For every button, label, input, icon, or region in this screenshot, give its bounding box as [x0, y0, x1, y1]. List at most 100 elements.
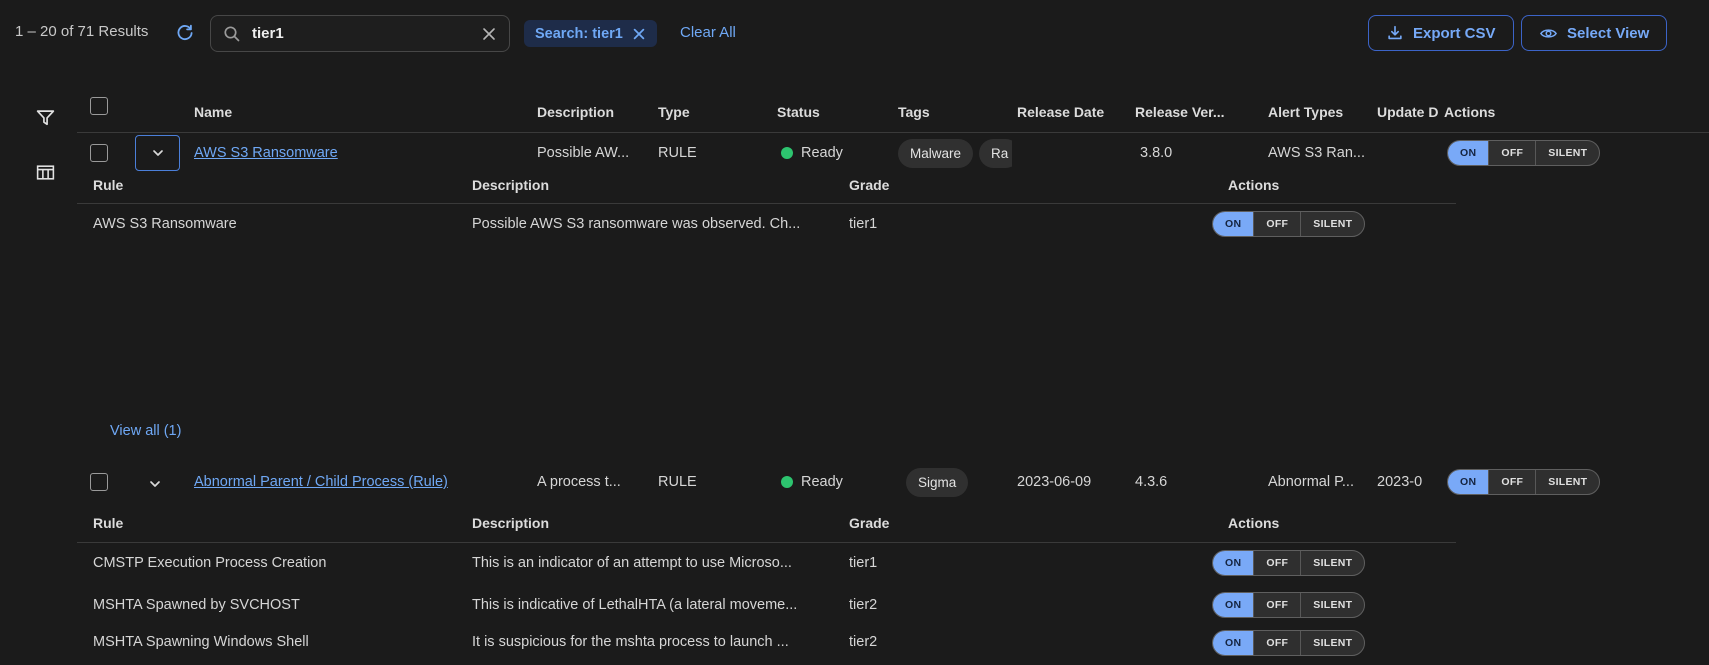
toggle-off[interactable]: OFF — [1253, 551, 1300, 575]
toggle-off[interactable]: OFF — [1488, 470, 1535, 494]
toggle-off[interactable]: OFF — [1253, 631, 1300, 655]
rule-alert-types: AWS S3 Ran... — [1268, 145, 1365, 161]
rule-status: Ready — [781, 474, 843, 490]
subrule-grade: tier1 — [849, 216, 877, 232]
status-ready-dot — [781, 147, 793, 159]
select-view-label: Select View — [1567, 25, 1649, 42]
subrule-action-toggle: ON OFF SILENT — [1212, 592, 1365, 618]
subcol-header-grade: Grade — [849, 515, 889, 531]
toggle-on[interactable]: ON — [1213, 631, 1253, 655]
clear-all-link[interactable]: Clear All — [680, 24, 736, 41]
toggle-silent[interactable]: SILENT — [1300, 212, 1364, 236]
toggle-silent[interactable]: SILENT — [1300, 593, 1364, 617]
chevron-down-icon — [150, 145, 166, 161]
status-label: Ready — [801, 145, 843, 161]
chevron-down-icon — [147, 476, 163, 492]
rule-release-version: 3.8.0 — [1140, 145, 1172, 161]
search-icon — [223, 25, 241, 43]
toggle-on[interactable]: ON — [1213, 593, 1253, 617]
col-header-type[interactable]: Type — [658, 104, 690, 120]
status-label: Ready — [801, 474, 843, 490]
rule-tags: Sigma — [906, 468, 1014, 497]
rule-tags: Malware Ra — [898, 139, 1012, 168]
row-expand-button[interactable] — [135, 135, 180, 171]
status-ready-dot — [781, 476, 793, 488]
tag-chip[interactable]: Ra — [979, 139, 1012, 168]
subcol-header-rule: Rule — [93, 177, 123, 193]
subrule-name: MSHTA Spawning Windows Shell — [93, 634, 309, 650]
col-header-tags[interactable]: Tags — [898, 104, 930, 120]
tag-chip[interactable]: Sigma — [906, 468, 968, 497]
rule-update-date: 2023-0 — [1377, 474, 1423, 490]
subrule-description: This is an indicator of an attempt to us… — [472, 555, 792, 571]
export-csv-button[interactable]: Export CSV — [1368, 15, 1514, 51]
subrule-description: This is indicative of LethalHTA (a later… — [472, 597, 797, 613]
rule-description: Possible AW... — [537, 145, 629, 161]
subcol-header-grade: Grade — [849, 177, 889, 193]
col-header-description[interactable]: Description — [537, 104, 614, 120]
rules-table-page: 1 – 20 of 71 Results Search: tier1 Clear… — [0, 0, 1709, 665]
subrule-action-toggle: ON OFF SILENT — [1212, 211, 1365, 237]
toggle-silent[interactable]: SILENT — [1300, 551, 1364, 575]
col-header-name[interactable]: Name — [194, 104, 232, 120]
col-header-release-date[interactable]: Release Date — [1017, 104, 1104, 120]
toggle-off[interactable]: OFF — [1253, 212, 1300, 236]
view-all-link[interactable]: View all (1) — [110, 423, 181, 439]
toggle-silent[interactable]: SILENT — [1535, 470, 1599, 494]
search-box[interactable] — [210, 15, 510, 52]
rule-release-date: 2023-06-09 — [1017, 474, 1091, 490]
toggle-on[interactable]: ON — [1213, 212, 1253, 236]
search-input[interactable] — [250, 24, 472, 43]
col-header-status[interactable]: Status — [777, 104, 820, 120]
refresh-icon[interactable] — [174, 22, 196, 44]
rule-action-toggle: ON OFF SILENT — [1447, 140, 1600, 166]
search-clear-icon[interactable] — [481, 26, 497, 42]
subcol-header-description: Description — [472, 177, 549, 193]
filter-funnel-icon[interactable] — [33, 106, 57, 130]
select-all-checkbox[interactable] — [90, 97, 108, 115]
col-header-update-date[interactable]: Update D — [1377, 104, 1439, 120]
toggle-on[interactable]: ON — [1448, 141, 1488, 165]
row-checkbox[interactable] — [90, 144, 108, 162]
subtable-divider — [77, 203, 1456, 204]
col-header-alert-types[interactable]: Alert Types — [1268, 104, 1343, 120]
columns-icon[interactable] — [33, 160, 57, 184]
subcol-header-rule: Rule — [93, 515, 123, 531]
col-header-release-version[interactable]: Release Ver... — [1135, 104, 1225, 120]
download-icon — [1386, 24, 1404, 42]
toggle-silent[interactable]: SILENT — [1300, 631, 1364, 655]
col-header-actions: Actions — [1444, 104, 1495, 120]
rule-release-version: 4.3.6 — [1135, 474, 1167, 490]
active-filter-chip[interactable]: Search: tier1 — [524, 20, 657, 47]
header-divider — [77, 132, 1709, 133]
tag-chip[interactable]: Malware — [898, 139, 973, 168]
subrule-description: Possible AWS S3 ransomware was observed.… — [472, 216, 800, 232]
filter-chip-remove-icon[interactable] — [632, 27, 646, 41]
rule-alert-types: Abnormal P... — [1268, 474, 1354, 490]
rule-type: RULE — [658, 474, 697, 490]
rule-type: RULE — [658, 145, 697, 161]
subrule-name: AWS S3 Ransomware — [93, 216, 237, 232]
subcol-header-description: Description — [472, 515, 549, 531]
subrule-action-toggle: ON OFF SILENT — [1212, 550, 1365, 576]
subrule-name: MSHTA Spawned by SVCHOST — [93, 597, 300, 613]
subrule-grade: tier2 — [849, 634, 877, 650]
subcol-header-actions: Actions — [1228, 515, 1279, 531]
select-view-button[interactable]: Select View — [1521, 15, 1667, 51]
row-expand-button[interactable] — [146, 475, 164, 493]
toggle-on[interactable]: ON — [1213, 551, 1253, 575]
subrule-description: It is suspicious for the mshta process t… — [472, 634, 789, 650]
rule-status: Ready — [781, 145, 843, 161]
rule-name-link[interactable]: AWS S3 Ransomware — [194, 145, 338, 161]
toggle-off[interactable]: OFF — [1488, 141, 1535, 165]
rule-action-toggle: ON OFF SILENT — [1447, 469, 1600, 495]
subtable-divider — [77, 542, 1456, 543]
toggle-silent[interactable]: SILENT — [1535, 141, 1599, 165]
subrule-grade: tier1 — [849, 555, 877, 571]
toggle-off[interactable]: OFF — [1253, 593, 1300, 617]
subrule-grade: tier2 — [849, 597, 877, 613]
row-checkbox[interactable] — [90, 473, 108, 491]
subrule-action-toggle: ON OFF SILENT — [1212, 630, 1365, 656]
toggle-on[interactable]: ON — [1448, 470, 1488, 494]
rule-name-link[interactable]: Abnormal Parent / Child Process (Rule) — [194, 474, 448, 490]
